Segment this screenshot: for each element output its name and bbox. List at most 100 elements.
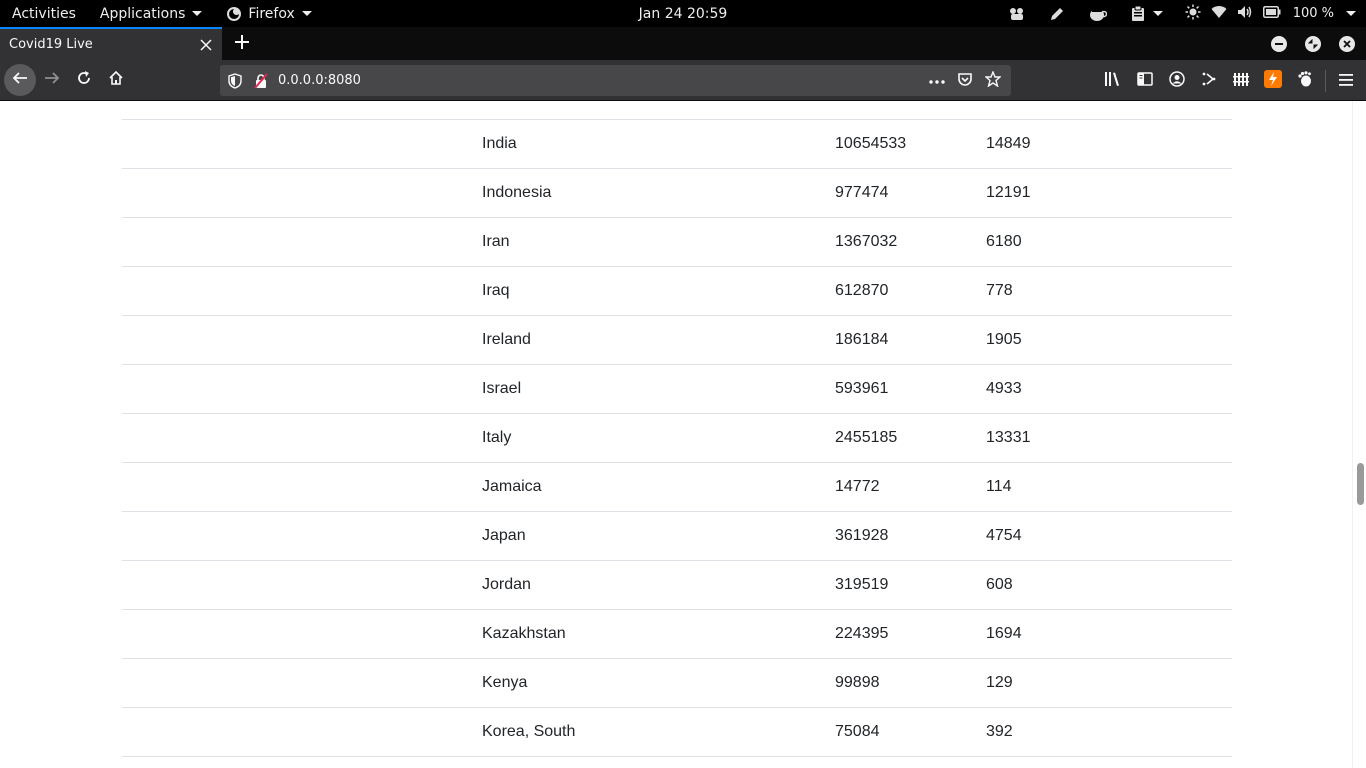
cases-cell: 224395: [835, 609, 986, 659]
table-row: Indonesia 977474 12191: [122, 168, 1232, 218]
chevron-down-icon[interactable]: [1149, 0, 1175, 27]
url-bar[interactable]: 0.0.0.0:8080: [220, 65, 1011, 96]
vertical-scrollbar[interactable]: [1352, 101, 1366, 768]
cases-cell: 14772: [835, 462, 986, 512]
pencil-icon[interactable]: [1037, 0, 1077, 27]
reload-button[interactable]: [68, 64, 100, 96]
chevron-down-icon: [1346, 11, 1356, 16]
system-top-bar: Activities Applications Firefox Jan 24 2…: [0, 0, 1366, 27]
table-row: Italy 2455185 13331: [122, 413, 1232, 463]
star-icon: [984, 69, 1002, 91]
flash-extension-button[interactable]: [1257, 65, 1289, 97]
deaths-cell: 6180: [986, 217, 1232, 267]
new-tab-button[interactable]: [224, 27, 260, 60]
bookmark-star-button[interactable]: [981, 69, 1005, 93]
firefox-icon: [226, 6, 242, 22]
applications-label: Applications: [99, 5, 186, 22]
row-spacer-cell: [122, 511, 482, 561]
cases-cell: 612870: [835, 266, 986, 316]
cases-cell: 2455185: [835, 413, 986, 463]
system-menu[interactable]: 100 %: [1175, 0, 1366, 27]
deaths-cell: 608: [986, 560, 1232, 610]
maximize-button[interactable]: [1300, 31, 1326, 57]
row-spacer-cell: [122, 266, 482, 316]
home-button[interactable]: [100, 64, 132, 96]
row-spacer-cell: [122, 413, 482, 463]
activities-button[interactable]: Activities: [0, 0, 88, 27]
extension-icon[interactable]: [997, 0, 1037, 27]
cases-cell: 319519: [835, 560, 986, 610]
table-row: Kenya 99898 129: [122, 658, 1232, 708]
scrollbar-thumb[interactable]: [1357, 463, 1364, 505]
sync-send-button[interactable]: [1193, 65, 1225, 97]
country-cell: Israel: [482, 364, 835, 414]
account-icon: [1169, 70, 1185, 91]
deaths-cell: 114: [986, 462, 1232, 512]
applications-menu[interactable]: Applications: [88, 0, 215, 27]
close-icon[interactable]: [198, 37, 214, 53]
country-cell: Iran: [482, 217, 835, 267]
tracking-protection-shield-icon[interactable]: [222, 65, 248, 96]
row-spacer-cell: [122, 315, 482, 365]
country-cell: Korea, South: [482, 707, 835, 757]
cases-cell: 361928: [835, 511, 986, 561]
row-spacer-cell: [122, 707, 482, 757]
gnome-foot-icon: [1297, 70, 1313, 91]
clipboard-icon[interactable]: [1119, 0, 1149, 27]
deaths-cell: 12191: [986, 168, 1232, 218]
deaths-cell: 1694: [986, 609, 1232, 659]
close-window-button[interactable]: [1334, 31, 1360, 57]
toolbar-separator: [1325, 69, 1326, 92]
firefox-app-menu[interactable]: Firefox: [214, 0, 323, 27]
sidebar-icon: [1137, 71, 1153, 90]
minimize-icon: [1271, 35, 1287, 52]
restore-icon: [1305, 35, 1321, 52]
wifi-icon: [1211, 5, 1227, 23]
pocket-button[interactable]: [953, 69, 977, 93]
table-row: Iraq 612870 778: [122, 266, 1232, 316]
plus-icon: [235, 34, 249, 53]
country-cell: Kazakhstan: [482, 609, 835, 659]
fence-icon: [1233, 71, 1249, 91]
country-cell: Ireland: [482, 315, 835, 365]
arrow-left-icon: [12, 70, 28, 90]
account-button[interactable]: [1161, 65, 1193, 97]
gnome-extension-button[interactable]: [1289, 65, 1321, 97]
open-menu-button[interactable]: [1330, 65, 1362, 97]
deaths-cell: 13331: [986, 413, 1232, 463]
country-cell: Jamaica: [482, 462, 835, 512]
row-spacer-cell: [122, 560, 482, 610]
cases-cell: 1367032: [835, 217, 986, 267]
cases-cell: 75084: [835, 707, 986, 757]
cases-cell: 977474: [835, 168, 986, 218]
deaths-cell: 4933: [986, 364, 1232, 414]
caret: [1152, 11, 1163, 16]
country-cell: Kenya: [482, 658, 835, 708]
table-row: Jamaica 14772 114: [122, 462, 1232, 512]
cases-cell: 593961: [835, 364, 986, 414]
row-spacer-cell: [122, 462, 482, 512]
country-cell: India: [482, 119, 835, 169]
row-spacer-cell: [122, 217, 482, 267]
extension-grid-button[interactable]: [1225, 65, 1257, 97]
deaths-cell: 392: [986, 707, 1232, 757]
insecure-connection-icon[interactable]: [248, 65, 274, 96]
page-actions-button[interactable]: [925, 69, 949, 93]
cases-cell: 10654533: [835, 119, 986, 169]
forward-button[interactable]: [36, 64, 68, 96]
chevron-down-icon: [192, 11, 203, 16]
country-cell: Indonesia: [482, 168, 835, 218]
clock[interactable]: Jan 24 20:59: [639, 6, 728, 22]
sidebar-button[interactable]: [1129, 65, 1161, 97]
battery-percentage: 100 %: [1292, 6, 1334, 21]
back-button[interactable]: [4, 64, 36, 96]
row-spacer-cell: [122, 364, 482, 414]
night-light-icon: [1185, 4, 1201, 24]
coffee-cup-icon[interactable]: [1077, 0, 1119, 27]
library-button[interactable]: [1097, 65, 1129, 97]
tab-covid19-live[interactable]: Covid19 Live: [0, 27, 222, 60]
pocket-icon: [957, 71, 973, 91]
minimize-button[interactable]: [1266, 31, 1292, 57]
country-cell: Italy: [482, 413, 835, 463]
row-spacer-cell: [122, 168, 482, 218]
